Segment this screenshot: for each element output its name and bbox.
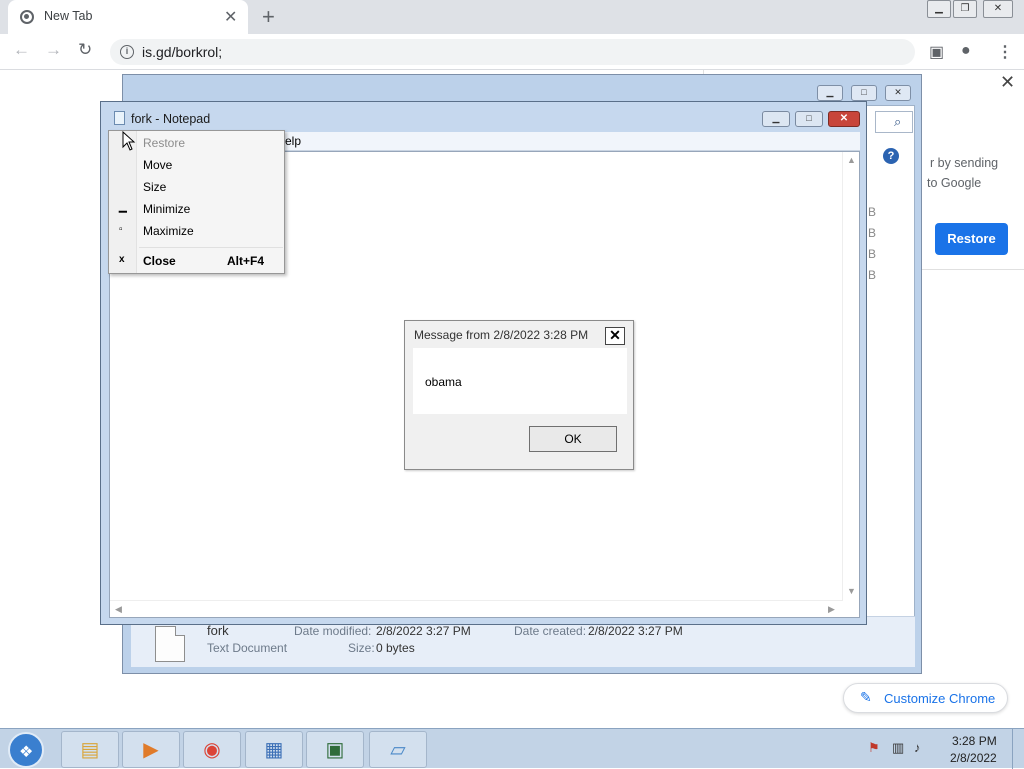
url-text[interactable]: is.gd/borkrol; — [142, 44, 222, 60]
restore-button[interactable]: Restore — [935, 223, 1008, 255]
tab-title: New Tab — [44, 9, 93, 23]
tab-new-tab[interactable]: New Tab ✕ — [8, 0, 248, 34]
panel-close-icon[interactable]: ✕ — [1000, 72, 1015, 93]
chrome-icon: ◉ — [203, 739, 221, 761]
dialog-title: Message from 2/8/2022 3:28 PM — [414, 328, 589, 342]
tab-strip: New Tab ✕ + ▁ ❐ ✕ — [0, 0, 1024, 34]
site-info-icon[interactable]: i — [120, 45, 134, 59]
system-menu: Restore Move Size ▁ Minimize ▫ Maximize … — [108, 130, 285, 274]
mouse-cursor-icon — [122, 131, 136, 151]
customize-chrome-button[interactable]: ✎ Customize Chrome — [843, 683, 1008, 713]
scroll-right-icon[interactable]: ▶ — [828, 604, 835, 615]
clock-time[interactable]: 3:28 PM — [952, 734, 997, 748]
volume-icon[interactable]: ♪ — [914, 740, 921, 755]
search-icon: ⌕ — [894, 114, 902, 129]
list-item-size: B — [868, 205, 877, 219]
message-dialog: Message from 2/8/2022 3:28 PM ✕ obama OK — [404, 320, 634, 470]
minimize-icon: ▁ — [119, 202, 127, 213]
tab-close-icon[interactable]: ✕ — [224, 7, 237, 27]
action-center-icon[interactable]: ⚑ — [868, 740, 880, 756]
dialog-body: obama — [413, 348, 627, 414]
console-icon: ▣ — [325, 739, 345, 761]
side-panel-icon[interactable]: ▣ — [929, 42, 944, 62]
close-icon: x — [119, 254, 125, 265]
taskbar-media-player[interactable]: ▶ — [122, 731, 180, 768]
list-item-size: B — [868, 247, 877, 261]
date-modified-label: Date modified: — [294, 624, 372, 638]
menu-item-move[interactable]: Move — [143, 158, 172, 172]
menu-item-minimize[interactable]: Minimize — [143, 202, 190, 216]
vertical-scrollbar[interactable]: ▲ ▼ — [842, 152, 859, 601]
maximize-icon: ▫ — [119, 224, 123, 235]
explorer-maximize-button[interactable]: □ — [851, 85, 877, 101]
back-button[interactable]: ← — [13, 40, 30, 60]
explorer-search-box[interactable]: ⌕ — [875, 111, 913, 133]
horizontal-scrollbar[interactable]: ◀ ▶ — [110, 600, 843, 617]
new-tab-button[interactable]: + — [262, 4, 275, 30]
network-icon[interactable]: ▥ — [892, 740, 904, 756]
taskbar-notepad[interactable]: ▱ — [369, 731, 427, 768]
date-created-label: Date created: — [514, 624, 587, 638]
notepad-icon[interactable] — [114, 111, 125, 125]
notepad-minimize-button[interactable]: ▁ — [762, 111, 790, 127]
panel-text-line1: r by sending — [930, 156, 999, 170]
browser-toolbar: ← → ↻ i is.gd/borkrol; ▣ ● ⋮ — [0, 34, 1024, 70]
taskbar-explorer[interactable]: ▤ — [61, 731, 119, 768]
scroll-down-icon[interactable]: ▼ — [847, 586, 856, 596]
menu-item-size[interactable]: Size — [143, 180, 166, 194]
menu-help[interactable]: elp — [285, 134, 301, 148]
clock-date[interactable]: 2/8/2022 — [950, 751, 997, 765]
window-minimize-button[interactable]: ▁ — [927, 0, 951, 18]
taskbar-chrome[interactable]: ◉ — [183, 731, 241, 768]
explorer-minimize-button[interactable]: ▁ — [817, 85, 843, 101]
text-file-icon — [155, 626, 185, 662]
media-player-icon: ▶ — [143, 739, 159, 761]
list-item-size: B — [868, 268, 877, 282]
details-file-type: Text Document — [207, 641, 288, 655]
window-close-button[interactable]: ✕ — [983, 0, 1013, 18]
close-shortcut: Alt+F4 — [227, 254, 265, 268]
menu-item-restore[interactable]: Restore — [143, 136, 185, 150]
menu-item-maximize[interactable]: Maximize — [143, 224, 194, 238]
list-item-size: B — [868, 226, 877, 240]
taskbar: ❖ ▤ ▶ ◉ ▦ ▣ ▱ ⚑ ▥ ♪ 3:28 PM 2/8/2022 — [0, 728, 1024, 769]
pencil-icon: ✎ — [860, 689, 872, 705]
panel-text-line2: to Google — [927, 176, 982, 190]
address-bar[interactable]: i is.gd/borkrol; — [110, 39, 915, 65]
customize-label: Customize Chrome — [884, 691, 996, 706]
menu-separator — [139, 247, 283, 248]
help-icon[interactable]: ? — [883, 148, 899, 164]
chrome-favicon-icon — [20, 10, 34, 24]
forward-button[interactable]: → — [45, 40, 62, 60]
notepad-icon: ▱ — [390, 739, 406, 761]
notepad-maximize-button[interactable]: □ — [795, 111, 823, 127]
date-modified-value: 2/8/2022 3:27 PM — [376, 624, 471, 638]
size-label: Size: — [348, 641, 375, 655]
control-panel-icon: ▦ — [264, 739, 284, 761]
ok-button[interactable]: OK — [529, 426, 617, 452]
dialog-message: obama — [425, 375, 462, 389]
window-restore-button[interactable]: ❐ — [953, 0, 977, 18]
notepad-title: fork - Notepad — [131, 112, 211, 126]
scroll-up-icon[interactable]: ▲ — [847, 155, 856, 165]
menu-item-close[interactable]: Close — [143, 254, 176, 268]
show-desktop-button[interactable] — [1012, 729, 1024, 769]
size-value: 0 bytes — [376, 641, 415, 655]
explorer-close-button[interactable]: ✕ — [885, 85, 911, 101]
menu-kebab-icon[interactable]: ⋮ — [997, 42, 1013, 62]
taskbar-console[interactable]: ▣ — [306, 731, 364, 768]
date-created-value: 2/8/2022 3:27 PM — [588, 624, 683, 638]
reload-button[interactable]: ↻ — [78, 40, 92, 60]
taskbar-control-panel[interactable]: ▦ — [245, 731, 303, 768]
profile-icon[interactable]: ● — [961, 42, 971, 60]
windows-logo-icon: ❖ — [19, 744, 34, 761]
details-file-name: fork — [207, 623, 229, 638]
dialog-close-button[interactable]: ✕ — [605, 327, 625, 345]
start-button[interactable]: ❖ — [8, 732, 44, 768]
explorer-icon: ▤ — [80, 739, 100, 761]
scroll-left-icon[interactable]: ◀ — [115, 604, 122, 615]
notepad-close-button[interactable]: ✕ — [828, 111, 860, 127]
